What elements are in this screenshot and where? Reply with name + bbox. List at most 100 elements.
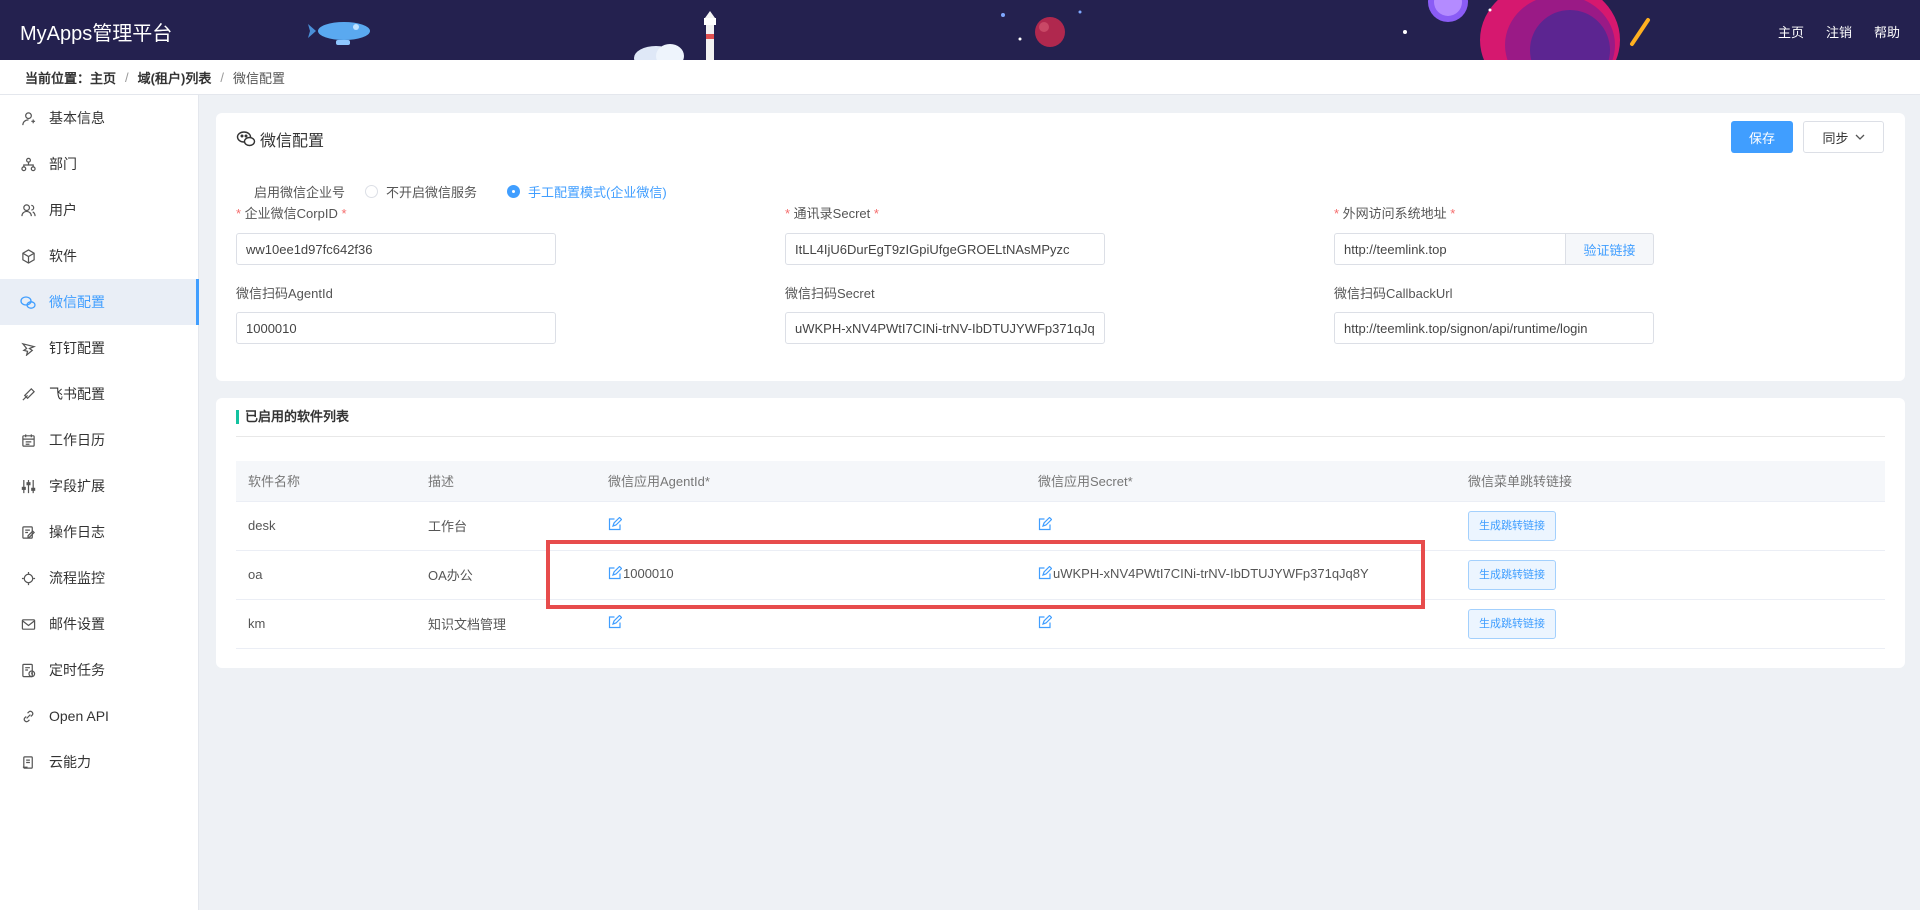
external-url-label: * 外网访问系统地址 *	[1334, 206, 1456, 221]
secret-edit[interactable]	[1038, 615, 1053, 629]
scan-secret-label: 微信扫码Secret	[785, 286, 875, 301]
breadcrumb: 当前位置： 主页 / 域(租户)列表 / 微信配置	[0, 60, 1920, 95]
breadcrumb-domain-list[interactable]: 域(租户)列表	[138, 68, 212, 87]
save-button[interactable]: 保存	[1731, 121, 1793, 153]
galaxy-illustration	[1403, 0, 1650, 60]
breadcrumb-current: 微信配置	[232, 70, 285, 86]
enable-label: 启用微信企业号	[254, 185, 346, 200]
users-icon	[20, 202, 36, 218]
table-header-row: 软件名称 描述 微信应用AgentId* 微信应用Secret* 微信菜单跳转链…	[236, 461, 1885, 502]
radio-label: 手工配置模式(企业微信)	[528, 185, 667, 200]
breadcrumb-prefix: 当前位置：	[25, 70, 91, 86]
sidebar-item-dingtalk-config[interactable]: 钉钉配置	[0, 325, 198, 371]
cube-icon	[20, 248, 36, 264]
agentid-edit[interactable]	[608, 517, 623, 531]
sidebar-item-label: 定时任务	[49, 662, 105, 678]
edit-icon	[1038, 615, 1052, 629]
sidebar-item-feishu-config[interactable]: 飞书配置	[0, 371, 198, 417]
sidebar: 基本信息 部门 用户 软件 微信配置 钉钉配置 飞书配置 工作日历 字段扩展 操…	[0, 95, 199, 910]
radio-disable-wechat[interactable]: 不开启微信服务	[365, 182, 477, 201]
cloud-icon	[20, 754, 36, 770]
app-name: oa	[236, 550, 416, 600]
edit-icon	[608, 517, 622, 531]
breadcrumb-separator: /	[220, 69, 224, 85]
sidebar-item-label: 飞书配置	[49, 386, 105, 402]
sidebar-item-label: 工作日历	[49, 432, 105, 448]
nav-logout[interactable]: 注销	[1826, 22, 1852, 41]
breadcrumb-home[interactable]: 主页	[90, 68, 116, 87]
lighthouse-illustration	[634, 11, 716, 60]
sidebar-item-basic-info[interactable]: 基本信息	[0, 95, 198, 141]
column-header: 微信菜单跳转链接	[1456, 461, 1885, 502]
sidebar-item-label: 邮件设置	[49, 616, 105, 632]
sidebar-item-mail-settings[interactable]: 邮件设置	[0, 601, 198, 647]
generate-link-button[interactable]: 生成跳转链接	[1468, 559, 1556, 590]
stars-illustration	[1001, 10, 1082, 41]
sidebar-item-label: 云能力	[49, 754, 91, 770]
divider	[236, 436, 1885, 437]
sidebar-item-field-extension[interactable]: 字段扩展	[0, 463, 198, 509]
section-title: 已启用的软件列表	[236, 410, 349, 424]
column-header: 描述	[416, 461, 596, 502]
sidebar-item-label: 部门	[49, 156, 77, 172]
generate-link-button[interactable]: 生成跳转链接	[1468, 608, 1556, 639]
generate-link-button[interactable]: 生成跳转链接	[1468, 510, 1556, 541]
contacts-secret-input[interactable]	[785, 233, 1105, 265]
breadcrumb-separator: /	[125, 69, 129, 85]
sidebar-item-work-calendar[interactable]: 工作日历	[0, 417, 198, 463]
page-title: 微信配置	[260, 133, 325, 150]
corp-id-input[interactable]	[236, 233, 556, 265]
agentid-edit[interactable]	[608, 615, 623, 629]
sidebar-item-label: 软件	[49, 248, 77, 264]
sidebar-item-process-monitor[interactable]: 流程监控	[0, 555, 198, 601]
log-icon	[20, 524, 36, 540]
sidebar-item-label: 钉钉配置	[49, 340, 105, 356]
sidebar-item-label: 基本信息	[49, 110, 105, 126]
secret-edit[interactable]	[1038, 517, 1053, 531]
edit-icon	[608, 615, 622, 629]
sidebar-item-scheduled-tasks[interactable]: 定时任务	[0, 647, 198, 693]
app-logo: MyApps管理平台	[20, 23, 173, 45]
radio-circle	[365, 185, 379, 198]
callback-url-input[interactable]	[1334, 312, 1654, 344]
card-title: 微信配置	[236, 127, 324, 151]
sidebar-item-software[interactable]: 软件	[0, 233, 198, 279]
sidebar-item-open-api[interactable]: Open API	[0, 693, 198, 739]
scan-agentid-label: 微信扫码AgentId	[236, 286, 333, 301]
app-name: km	[236, 599, 416, 649]
sidebar-item-operation-log[interactable]: 操作日志	[0, 509, 198, 555]
app-name: desk	[236, 501, 416, 551]
sidebar-item-cloud-capability[interactable]: 云能力	[0, 739, 198, 785]
verify-link-button[interactable]: 验证链接	[1566, 233, 1654, 265]
sidebar-item-label: 字段扩展	[49, 478, 105, 494]
sidebar-item-label: 流程监控	[49, 570, 105, 586]
sidebar-item-label: 微信配置	[49, 294, 105, 310]
sidebar-item-users[interactable]: 用户	[0, 187, 198, 233]
dingtalk-icon	[20, 340, 36, 356]
sliders-icon	[20, 478, 36, 494]
contacts-secret-label: * 通讯录Secret *	[785, 206, 879, 221]
sidebar-item-department[interactable]: 部门	[0, 141, 198, 187]
highlight-annotation-box	[546, 540, 1425, 609]
api-icon	[20, 708, 36, 724]
monitor-icon	[20, 570, 36, 586]
sidebar-item-wechat-config[interactable]: 微信配置	[0, 279, 199, 325]
corp-id-label: * 企业微信CorpID *	[236, 206, 347, 221]
wechat-icon	[20, 294, 36, 310]
mail-icon	[20, 616, 36, 632]
edit-icon	[1038, 517, 1052, 531]
enabled-apps-card: 已启用的软件列表 软件名称 描述 微信应用AgentId* 微信应用Secret…	[216, 398, 1905, 668]
org-chart-icon	[20, 156, 36, 172]
nav-home[interactable]: 主页	[1778, 22, 1804, 41]
schedule-icon	[20, 662, 36, 678]
scan-secret-input[interactable]	[785, 312, 1105, 344]
scan-agentid-input[interactable]	[236, 312, 556, 344]
callback-url-label: 微信扫码CallbackUrl	[1334, 286, 1453, 301]
sync-dropdown-button[interactable]: 同步	[1803, 121, 1884, 153]
sync-label: 同步	[1822, 130, 1849, 146]
user-icon	[20, 110, 36, 126]
chevron-down-icon	[1855, 134, 1864, 140]
radio-manual-config[interactable]: 手工配置模式(企业微信)	[507, 182, 667, 201]
external-url-input[interactable]	[1334, 233, 1566, 265]
nav-help[interactable]: 帮助	[1874, 22, 1900, 41]
